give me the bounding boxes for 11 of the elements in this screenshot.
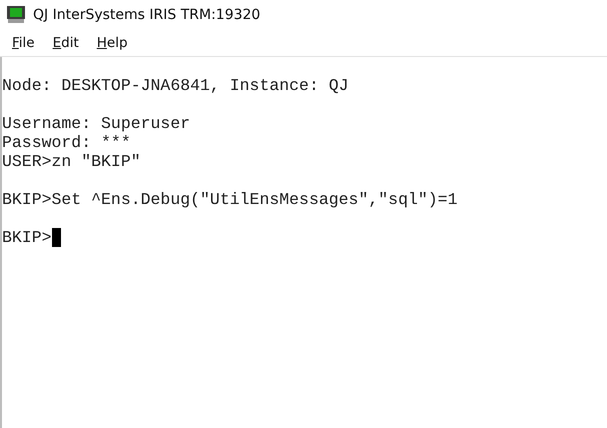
menu-item[interactable]: Edit xyxy=(52,35,79,51)
terminal-line: BKIP> xyxy=(2,228,52,247)
terminal-line: Node: DESKTOP-JNA6841, Instance: QJ xyxy=(2,76,349,95)
terminal-line: BKIP>Set ^Ens.Debug("UtilEnsMessages","sql")=1 xyxy=(2,190,458,209)
terminal-line: USER>zn "BKIP" xyxy=(2,152,141,171)
menu-item[interactable]: File xyxy=(12,35,35,51)
window-title: QJ InterSystems IRIS TRM:19320 xyxy=(33,7,260,23)
terminal-line: Username: Superuser xyxy=(2,114,190,133)
terminal-line: Password: *** xyxy=(2,133,131,152)
terminal-icon xyxy=(6,6,26,24)
menu-item[interactable]: Help xyxy=(96,35,128,51)
